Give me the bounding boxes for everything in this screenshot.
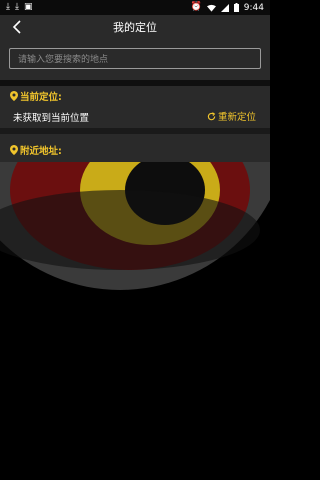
nearby-heading: 附近地址: bbox=[10, 143, 62, 157]
download-icon: ⤓ bbox=[6, 2, 10, 12]
search-placeholder: 请输入您要搜索的地点 bbox=[18, 55, 109, 65]
status-time: 9:44 bbox=[243, 2, 264, 13]
battery-icon bbox=[233, 3, 239, 12]
relocate-label: 重新定位 bbox=[218, 112, 257, 123]
current-location-heading: 当前定位: bbox=[10, 89, 62, 103]
back-button[interactable] bbox=[6, 15, 28, 38]
location-pin-icon bbox=[10, 91, 18, 101]
wifi-icon bbox=[206, 4, 216, 12]
download-icon: ⤓ bbox=[14, 2, 19, 12]
signal-icon bbox=[220, 3, 229, 12]
nearby-heading-label: 附近地址: bbox=[20, 146, 62, 157]
current-location-status: 未获取到当前位置 bbox=[13, 113, 90, 124]
section-divider bbox=[0, 128, 270, 134]
status-bar: ⤓ ⤓ ▣ ⏰ 9:44 bbox=[0, 0, 270, 15]
search-input[interactable]: 请输入您要搜索的地点 bbox=[9, 48, 261, 69]
relocate-button[interactable]: 重新定位 bbox=[207, 109, 256, 123]
location-panel: 请输入您要搜索的地点 当前定位: 未获取到当前位置 重新定位 附近地址: bbox=[0, 38, 270, 162]
status-left-icons: ⤓ ⤓ ▣ bbox=[6, 3, 32, 12]
section-divider bbox=[0, 80, 270, 86]
alarm-icon: ⏰ bbox=[190, 2, 202, 12]
current-location-heading-label: 当前定位: bbox=[20, 92, 62, 103]
header-bar: 我的定位 bbox=[0, 15, 270, 38]
android-debug-icon: ▣ bbox=[23, 2, 33, 12]
status-right-icons: ⏰ 9:44 bbox=[191, 3, 264, 13]
refresh-icon bbox=[207, 111, 216, 120]
chevron-left-icon bbox=[12, 19, 21, 34]
page-title: 我的定位 bbox=[113, 20, 157, 34]
location-pin-icon bbox=[10, 145, 18, 155]
